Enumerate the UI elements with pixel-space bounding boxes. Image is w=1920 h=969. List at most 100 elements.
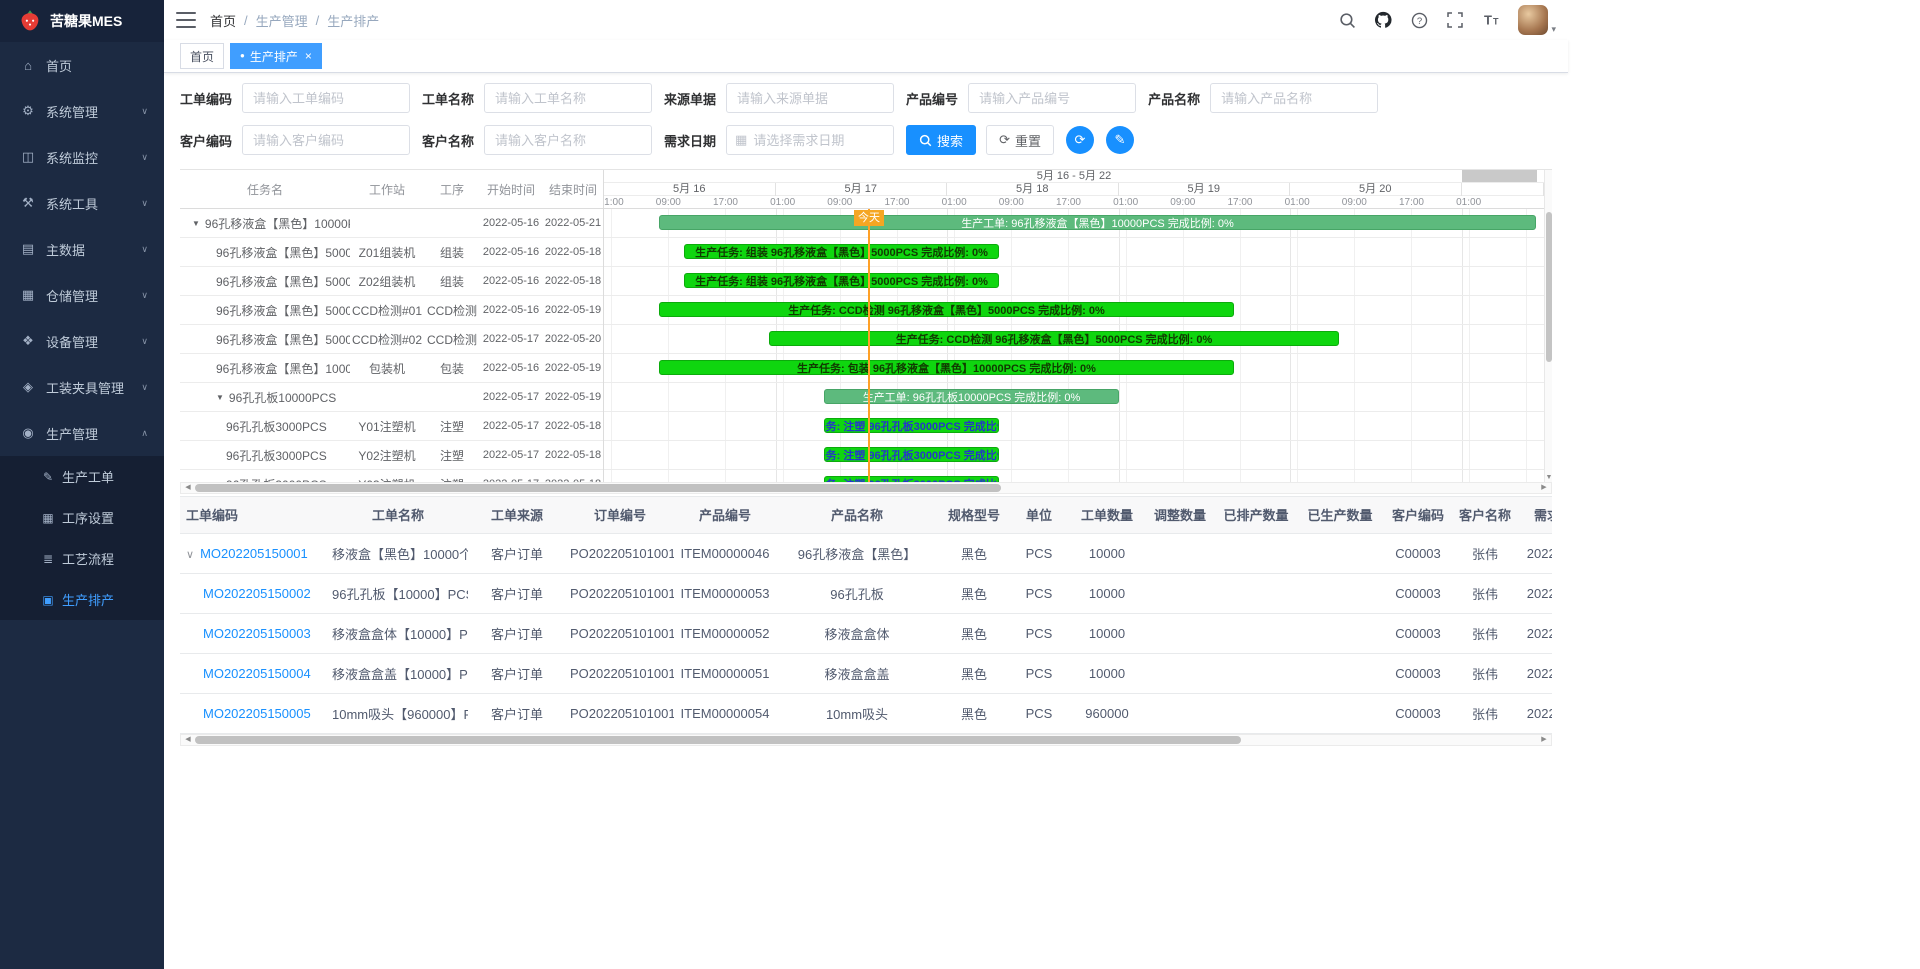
order-link[interactable]: MO202205150002	[203, 586, 311, 601]
edit-icon: ✎	[40, 470, 56, 484]
task-name: 96孔孔板3000PCS	[226, 418, 327, 435]
table-row[interactable]: MO20220515000296孔孔板【10000】PCS客户订单PO20220…	[180, 573, 1552, 613]
demand-date-field[interactable]	[753, 133, 885, 148]
breadcrumb-separator: /	[316, 13, 320, 28]
sidebar-item-production[interactable]: ◉生产管理∧	[0, 410, 164, 456]
gantt-task-row[interactable]: 96孔移液盒【黑色】5000PCSCCD检测#02CCD检测2022-05-17…	[180, 325, 603, 354]
github-icon[interactable]	[1370, 7, 1396, 33]
filter-label: 来源单据	[664, 89, 716, 108]
gantt-bar[interactable]: 生产任务: 包装 96孔移液盒【黑色】10000PCS 完成比例: 0%	[659, 360, 1234, 375]
sidebar-item-system-mgmt[interactable]: ⚙系统管理∨	[0, 88, 164, 134]
gantt-task-row[interactable]: 96孔移液盒【黑色】5000PCSZ02组装机组装2022-05-162022-…	[180, 267, 603, 296]
app-title: 苦糖果MES	[50, 11, 122, 31]
search-icon[interactable]	[1334, 7, 1360, 33]
orders-horizontal-scrollbar[interactable]: ◀ ▶	[180, 734, 1552, 746]
table-row[interactable]: MO202205150004移液盒盒盖【10000】PCS客户订单PO20220…	[180, 653, 1552, 693]
tab-home[interactable]: 首页	[180, 43, 224, 69]
filter-label: 产品编号	[906, 89, 958, 108]
order-link[interactable]: MO202205150004	[203, 666, 311, 681]
tree-collapse-icon[interactable]: ▼	[216, 393, 224, 402]
filter-field-product-code: 产品编号	[906, 83, 1136, 113]
product-name-input[interactable]	[1210, 83, 1378, 113]
gantt-vertical-scrollbar[interactable]: ▼	[1544, 170, 1552, 482]
gantt-task-row[interactable]: ▼96孔孔板10000PCS2022-05-172022-05-19	[180, 383, 603, 412]
app-logo[interactable]: 苦糖果MES	[0, 0, 164, 42]
gantt-bar[interactable]: 生产任务: 注塑 96孔孔板3000PCS 完成比例: 0%	[824, 418, 999, 433]
sidebar-item-home[interactable]: ⌂首页	[0, 42, 164, 88]
font-size-icon[interactable]: TT	[1478, 7, 1504, 33]
gantt-left-body: ▼96孔移液盒【黑色】10000PCS2022-05-162022-05-219…	[180, 209, 603, 483]
scroll-left-icon[interactable]: ◀	[181, 483, 195, 493]
source-doc-input[interactable]	[726, 83, 894, 113]
gantt-bar[interactable]: 生产任务: 组装 96孔移液盒【黑色】5000PCS 完成比例: 0%	[684, 244, 999, 259]
scroll-right-icon[interactable]: ▶	[1537, 483, 1551, 493]
reset-button[interactable]: ⟳重置	[986, 125, 1054, 155]
gantt-bar[interactable]: 生产任务: 注塑 96孔孔板3000PCS 完成比例: 0%	[824, 476, 999, 482]
sidebar-item-work-order[interactable]: ✎生产工单	[0, 456, 164, 497]
sidebar-item-scheduling[interactable]: ▣生产排产	[0, 579, 164, 620]
gantt-bar[interactable]: 生产任务: CCD检测 96孔移液盒【黑色】5000PCS 完成比例: 0%	[659, 302, 1234, 317]
demand-date-input[interactable]: ▦	[726, 125, 894, 155]
scroll-down-icon[interactable]: ▼	[1545, 474, 1553, 481]
fullscreen-icon[interactable]	[1442, 7, 1468, 33]
gantt-task-row[interactable]: 96孔孔板3000PCSY02注塑机注塑2022-05-172022-05-18	[180, 441, 603, 470]
breadcrumb-item[interactable]: 生产管理	[256, 11, 308, 30]
sidebar-item-process-settings[interactable]: ▦工序设置	[0, 497, 164, 538]
end-date-cell: 2022-05-18	[542, 275, 603, 287]
edit-button[interactable]: ✎	[1106, 126, 1134, 154]
gantt-bar[interactable]: 生产任务: 组装 96孔移液盒【黑色】5000PCS 完成比例: 0%	[684, 273, 999, 288]
product-code-input[interactable]	[968, 83, 1136, 113]
scrollbar-thumb[interactable]	[195, 736, 1241, 744]
sidebar-item-fixture[interactable]: ◈工装夹具管理∨	[0, 364, 164, 410]
gantt-horizontal-scrollbar[interactable]: ◀ ▶	[180, 482, 1552, 494]
gantt-timeline-row: 生产任务: 注塑 96孔孔板3000PCS 完成比例: 0%	[604, 470, 1544, 482]
order-link[interactable]: MO202205150003	[203, 626, 311, 641]
scroll-left-icon[interactable]: ◀	[181, 735, 195, 745]
gantt-bar[interactable]: 生产任务: CCD检测 96孔移液盒【黑色】5000PCS 完成比例: 0%	[769, 331, 1339, 346]
tree-collapse-icon[interactable]: ▼	[192, 219, 200, 228]
hamburger-icon[interactable]	[176, 12, 196, 28]
order-link[interactable]: MO202205150001	[200, 546, 308, 561]
sidebar-item-process-flow[interactable]: ≣工艺流程	[0, 538, 164, 579]
scrollbar-thumb[interactable]	[195, 484, 1001, 492]
sidebar-item-warehouse[interactable]: ▦仓储管理∨	[0, 272, 164, 318]
table-row[interactable]: MO202205150003移液盒盒体【10000】PCS客户订单PO20220…	[180, 613, 1552, 653]
sidebar-item-system-tools[interactable]: ⚒系统工具∨	[0, 180, 164, 226]
filter-label: 需求日期	[664, 131, 716, 150]
breadcrumb-item[interactable]: 首页	[210, 11, 236, 30]
gantt-bar[interactable]: 生产任务: 注塑 96孔孔板3000PCS 完成比例: 0%	[824, 447, 999, 462]
gantt-task-row[interactable]: ▼96孔移液盒【黑色】10000PCS2022-05-162022-05-21	[180, 209, 603, 238]
work-order-name-input[interactable]	[484, 83, 652, 113]
scrollbar-thumb[interactable]	[1546, 212, 1552, 362]
orders-column-header: 产品名称	[776, 497, 938, 533]
scroll-right-icon[interactable]: ▶	[1537, 735, 1551, 745]
gantt-hour-label: 09:00	[1170, 196, 1195, 209]
refresh-button[interactable]: ⟳	[1066, 126, 1094, 154]
order-link[interactable]: MO202205150005	[203, 706, 311, 721]
sidebar-item-equipment[interactable]: ❖设备管理∨	[0, 318, 164, 364]
start-date-cell: 2022-05-17	[480, 333, 542, 345]
avatar[interactable]	[1518, 5, 1548, 35]
gantt-timeline-row: 生产任务: 包装 96孔移液盒【黑色】10000PCS 完成比例: 0%	[604, 354, 1544, 383]
customer-name-input[interactable]	[484, 125, 652, 155]
tab-close-icon[interactable]: ×	[305, 49, 312, 63]
help-icon[interactable]: ?	[1406, 7, 1432, 33]
row-expand-icon[interactable]: ∨	[186, 549, 194, 561]
tab-scheduling[interactable]: ●生产排产×	[230, 43, 322, 69]
sidebar-item-system-monitor[interactable]: ◫系统监控∨	[0, 134, 164, 180]
gantt-task-row[interactable]: 96孔移液盒【黑色】5000PCSZ01组装机组装2022-05-162022-…	[180, 238, 603, 267]
gantt-task-row[interactable]: 96孔孔板3000PCSY01注塑机注塑2022-05-172022-05-18	[180, 412, 603, 441]
breadcrumb-item[interactable]: 生产排产	[327, 11, 379, 30]
user-menu[interactable]: ▾	[1518, 5, 1556, 35]
search-button[interactable]: 搜索	[906, 125, 976, 155]
workstation-cell: Z02组装机	[350, 273, 424, 290]
chevron-down-icon: ∨	[141, 382, 148, 393]
gantt-bar[interactable]: 生产工单: 96孔移液盒【黑色】10000PCS 完成比例: 0%	[659, 215, 1536, 230]
gantt-task-row[interactable]: 96孔移液盒【黑色】10000PCS包装机包装2022-05-162022-05…	[180, 354, 603, 383]
table-row[interactable]: ∨MO202205150001移液盒【黑色】10000个客户订单PO202205…	[180, 533, 1552, 573]
table-row[interactable]: MO20220515000510mm吸头【960000】PCS客户订单PO202…	[180, 693, 1552, 733]
work-order-code-input[interactable]	[242, 83, 410, 113]
customer-code-input[interactable]	[242, 125, 410, 155]
gantt-task-row[interactable]: 96孔移液盒【黑色】5000PCSCCD检测#01CCD检测2022-05-16…	[180, 296, 603, 325]
sidebar-item-master-data[interactable]: ▤主数据∨	[0, 226, 164, 272]
